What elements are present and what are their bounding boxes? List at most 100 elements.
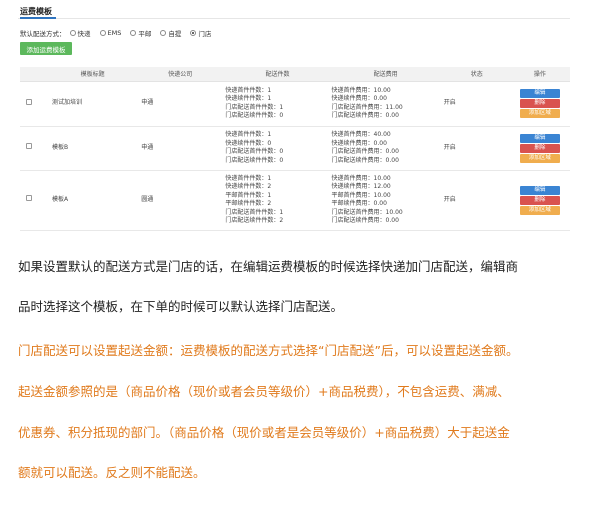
radio-self-pickup[interactable]: 自提	[160, 28, 181, 38]
count-line: 平邮续件件数：2	[225, 200, 272, 207]
template-company: 申通	[133, 126, 220, 171]
row-checkbox[interactable]	[26, 195, 33, 202]
row-actions: 编辑 删除 添加区域	[509, 81, 570, 127]
fee-line: 门店配送续件费用：0.00	[331, 156, 399, 164]
template-fees: 快递首件费用：10.00 快递续件费用：0.00 门店配送首件费用：11.00 …	[329, 81, 440, 127]
template-status: 开启	[439, 81, 510, 127]
table-row: 模板B 申通 快递首件件数：1 快递续件件数：0 门店配送首件件数：0 门店配送…	[20, 126, 570, 171]
radio-dot[interactable]	[99, 30, 106, 36]
header-title: 模板标题	[38, 67, 134, 82]
table-row: 测试加培训 申通 快递首件件数：1 快递续件件数：1 门店配送首件件数：1 门店…	[20, 81, 570, 127]
fee-line: 门店配送首件费用：10.00	[331, 208, 403, 216]
default-delivery-row: 默认配送方式： 快递 EMS 平邮 自提 门店	[20, 27, 220, 39]
header-fees: 配送费用	[329, 67, 440, 82]
count-line: 快递首件件数：1	[225, 86, 272, 94]
header-status: 状态	[439, 67, 510, 82]
radio-label: 门店	[198, 30, 212, 38]
radio-dot[interactable]	[69, 30, 76, 36]
row-checkbox-cell	[20, 81, 39, 127]
fee-line: 门店配送续件费用：0.00	[331, 112, 399, 119]
fee-line: 快递首件费用：10.00	[331, 86, 391, 94]
default-delivery-label: 默认配送方式：	[20, 30, 66, 38]
shipping-template-panel: 运费模板 默认配送方式： 快递 EMS 平邮 自提 门店 添加运费模板 模板标题…	[18, 0, 570, 232]
row-checkbox[interactable]	[26, 98, 33, 105]
template-company: 圆通	[133, 170, 220, 231]
fee-line: 门店配送首件费用：11.00	[331, 103, 403, 111]
fee-line: 门店配送续件费用：0.00	[331, 217, 399, 224]
fee-line: 平邮首件费用：10.00	[331, 191, 391, 199]
add-area-button[interactable]: 添加区域	[519, 109, 560, 118]
title-divider	[18, 18, 570, 19]
edit-button[interactable]: 编辑	[519, 185, 560, 195]
template-status: 开启	[439, 170, 510, 231]
template-counts: 快递首件件数：1 快递续件件数：1 门店配送首件件数：1 门店配送续件件数：0	[219, 81, 330, 127]
count-line: 快递续件件数：0	[225, 139, 272, 147]
table-row: 模板A 圆通 快递首件件数：1 快递续件件数：2 平邮首件件数：1 平邮续件件数…	[20, 170, 570, 231]
note-line-4: 额就可以配送。反之则不能配送。	[18, 465, 206, 480]
radio-surface-mail[interactable]: 平邮	[130, 28, 151, 38]
delete-button[interactable]: 删除	[519, 195, 560, 205]
count-line: 门店配送首件件数：1	[225, 208, 284, 216]
count-line: 快递首件件数：1	[225, 131, 272, 138]
edit-button[interactable]: 编辑	[519, 133, 560, 143]
row-actions: 编辑 删除 添加区域	[509, 170, 570, 231]
radio-label: 自提	[168, 30, 182, 38]
header-select	[20, 67, 39, 82]
radio-label: EMS	[107, 29, 122, 37]
template-table: 模板标题 快递公司 配送件数 配送费用 状态 操作 测试加培训 申通 快递首件件…	[20, 67, 570, 231]
fee-line: 快递首件费用：40.00	[331, 131, 391, 138]
template-name: 模板A	[38, 170, 134, 231]
fee-line: 快递首件费用：10.00	[331, 174, 391, 182]
edit-button[interactable]: 编辑	[519, 89, 560, 98]
note-line-1: 门店配送可以设置起送金额：运费模板的配送方式选择“门店配送”后，可以设置起送金额…	[18, 343, 519, 358]
title-underline	[20, 17, 56, 19]
delete-button[interactable]: 删除	[519, 99, 560, 108]
count-line: 门店配送续件件数：0	[225, 156, 284, 164]
fee-line: 门店配送首件费用：0.00	[331, 148, 399, 155]
add-area-button[interactable]: 添加区域	[519, 205, 560, 215]
table-header-row: 模板标题 快递公司 配送件数 配送费用 状态 操作	[20, 67, 570, 82]
radio-dot[interactable]	[160, 30, 167, 36]
count-line: 门店配送续件件数：0	[225, 112, 284, 119]
explanation-line-2: 品时选择这个模板，在下单的时候可以默认选择门店配送。	[18, 299, 344, 314]
row-checkbox-cell	[20, 170, 39, 231]
header-counts: 配送件数	[219, 67, 330, 82]
radio-label: 平邮	[138, 30, 152, 38]
template-name: 测试加培训	[38, 81, 134, 127]
radio-dot[interactable]	[130, 30, 137, 36]
radio-ems[interactable]: EMS	[99, 29, 122, 37]
fee-line: 快递续件费用：0.00	[331, 95, 387, 102]
delete-button[interactable]: 删除	[519, 143, 560, 153]
count-line: 快递首件件数：1	[225, 174, 272, 182]
radio-dot-checked[interactable]	[190, 30, 197, 36]
fee-line: 平邮续件费用：0.00	[331, 200, 387, 207]
radio-store[interactable]: 门店	[190, 28, 211, 38]
header-company: 快递公司	[133, 67, 220, 82]
template-fees: 快递首件费用：10.00 快递续件费用：12.00 平邮首件费用：10.00 平…	[329, 170, 440, 231]
count-line: 门店配送续件件数：2	[225, 217, 284, 224]
header-ops: 操作	[509, 67, 570, 82]
template-counts: 快递首件件数：1 快递续件件数：2 平邮首件件数：1 平邮续件件数：2 门店配送…	[219, 170, 330, 231]
count-line: 门店配送首件件数：1	[225, 103, 284, 111]
fee-line: 快递续件费用：12.00	[331, 183, 391, 190]
template-company: 申通	[133, 81, 220, 127]
count-line: 快递续件件数：1	[225, 95, 272, 102]
row-actions: 编辑 删除 添加区域	[509, 126, 570, 171]
add-area-button[interactable]: 添加区域	[519, 153, 560, 163]
template-status: 开启	[439, 126, 510, 171]
row-checkbox[interactable]	[26, 143, 33, 150]
fee-line: 快递续件费用：0.00	[331, 139, 387, 147]
template-counts: 快递首件件数：1 快递续件件数：0 门店配送首件件数：0 门店配送续件件数：0	[219, 126, 330, 171]
template-fees: 快递首件费用：40.00 快递续件费用：0.00 门店配送首件费用：0.00 门…	[329, 126, 440, 171]
count-line: 平邮首件件数：1	[225, 191, 272, 199]
add-template-button[interactable]: 添加运费模板	[20, 42, 72, 55]
radio-label: 快递	[77, 30, 91, 38]
panel-title: 运费模板	[20, 7, 52, 16]
radio-express[interactable]: 快递	[69, 28, 91, 38]
row-checkbox-cell	[20, 126, 39, 171]
count-line: 门店配送首件件数：0	[225, 148, 284, 155]
explanation-line-1: 如果设置默认的配送方式是门店的话，在编辑运费模板的时候选择快递加门店配送，编辑商	[18, 259, 519, 274]
note-line-2: 起送金额参照的是（商品价格（现价或者会员等级价）+商品税费），不包含运费、满减、	[18, 384, 510, 399]
note-line-3: 优惠券、积分抵现的部门。（商品价格（现价或者是会员等级价）+商品税费）大于起送金	[18, 425, 510, 440]
template-name: 模板B	[38, 126, 134, 171]
